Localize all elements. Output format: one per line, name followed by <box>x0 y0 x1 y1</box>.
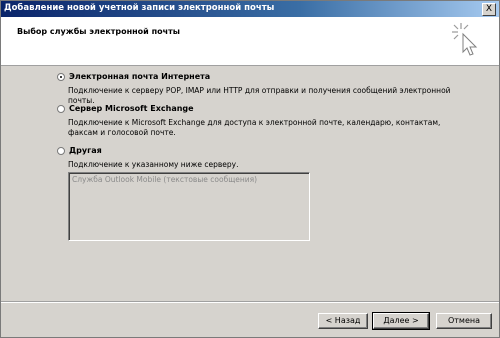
other-description: Подключение к указанному ниже серверу. <box>68 160 239 169</box>
dialog-window: Добавление новой учетной записи электрон… <box>0 0 500 338</box>
back-button[interactable]: < Назад <box>318 313 368 329</box>
internet-email-label: Электронная почта Интернета <box>69 72 211 81</box>
wizard-sparkle-cursor-icon <box>452 23 478 56</box>
cancel-button[interactable]: Отмена <box>436 313 492 329</box>
other-label: Другая <box>69 146 102 155</box>
footer-divider <box>1 301 499 303</box>
title-bar[interactable]: Добавление новой учетной записи электрон… <box>1 1 499 17</box>
close-icon: X <box>485 4 493 14</box>
page-title: Выбор службы электронной почты <box>17 27 180 36</box>
close-button[interactable]: X <box>482 3 496 16</box>
window-title: Добавление новой учетной записи электрон… <box>4 3 275 13</box>
list-item[interactable]: Служба Outlook Mobile (текстовые сообщен… <box>72 175 257 184</box>
exchange-server-label: Сервер Microsoft Exchange <box>69 104 194 113</box>
internet-email-radio[interactable] <box>57 73 65 81</box>
internet-email-description: Подключение к серверу POP, IMAP или HTTP… <box>68 86 451 105</box>
other-radio[interactable] <box>57 147 65 155</box>
server-type-listbox[interactable]: Служба Outlook Mobile (текстовые сообщен… <box>68 172 310 241</box>
next-button[interactable]: Далее > <box>372 312 430 330</box>
wizard-content: Электронная почта Интернета Подключение … <box>1 66 499 296</box>
wizard-header: Выбор службы электронной почты <box>1 17 499 66</box>
exchange-server-radio[interactable] <box>57 105 65 113</box>
exchange-server-description: Подключение к Microsoft Exchange для дос… <box>68 118 441 137</box>
